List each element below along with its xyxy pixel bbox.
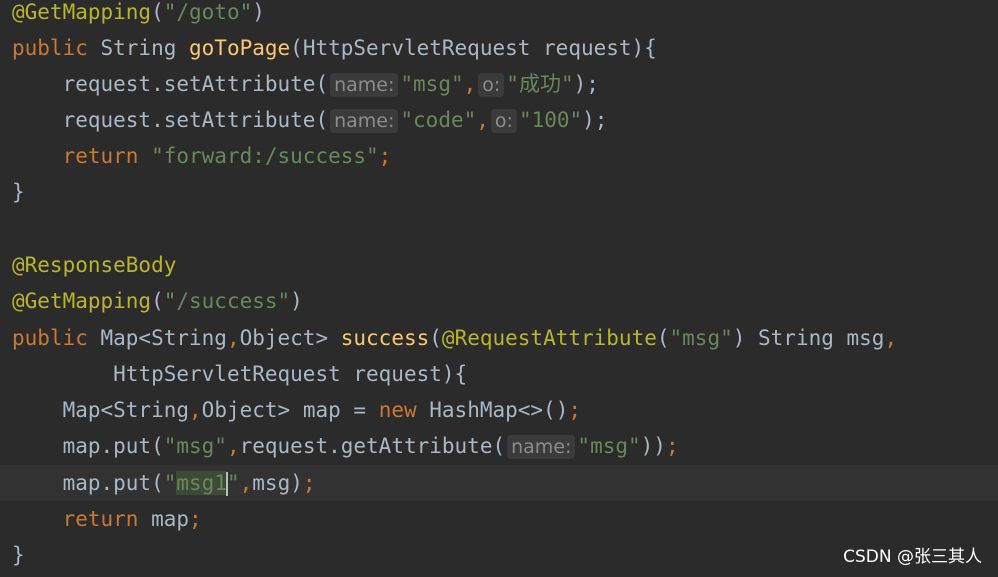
code-line-11[interactable]: HttpServletRequest request){ — [12, 356, 467, 392]
code-text: map.put( — [62, 434, 164, 458]
comma: , — [463, 72, 477, 96]
keyword: public — [12, 326, 88, 350]
annotation: @RequestAttribute — [441, 326, 657, 350]
param-hint: name: — [507, 435, 576, 459]
string-quote: " — [163, 471, 177, 495]
code-line-8[interactable]: @ResponseBody — [12, 247, 176, 283]
semicolon: ; — [302, 471, 316, 495]
code-text: map — [138, 507, 190, 531]
string-literal: "msg" — [577, 434, 641, 458]
code-line-15[interactable]: return map; — [12, 501, 202, 537]
param-hint: name: — [330, 73, 399, 97]
string-literal: "/success" — [163, 289, 291, 313]
watermark: CSDN @张三其人 — [843, 547, 982, 567]
code-text: String — [87, 36, 190, 60]
paren: ) — [252, 0, 265, 24]
string-literal: "msg" — [400, 72, 464, 96]
brace: } — [12, 543, 25, 567]
code-text: Object> — [239, 326, 341, 350]
string-literal: "msg" — [163, 434, 227, 458]
keyword: public — [12, 36, 88, 60]
code-text: Map<String — [87, 326, 227, 350]
paren: ) — [290, 289, 303, 313]
comma: , — [226, 434, 240, 458]
brace: } — [12, 180, 25, 204]
paren: ( — [656, 326, 670, 350]
code-editor[interactable]: @GetMapping("/goto") public String goToP… — [0, 0, 998, 577]
paren: ( — [151, 0, 164, 24]
string-quote: " — [226, 471, 240, 495]
code-line-13[interactable]: map.put("msg",request.getAttribute(name:… — [12, 428, 679, 464]
code-line-4[interactable]: request.setAttribute(name: "code", o: "100"… — [12, 102, 607, 138]
semicolon: ; — [189, 507, 202, 531]
annotation: @GetMapping — [12, 289, 152, 313]
string-literal: "/goto" — [163, 0, 253, 24]
semicolon: ; — [378, 144, 392, 168]
annotation: @GetMapping — [12, 0, 152, 24]
comma: , — [239, 471, 253, 495]
code-line-2[interactable]: public String goToPage(HttpServletReques… — [12, 30, 657, 66]
comma: , — [226, 326, 240, 350]
param-hint: o: — [490, 109, 517, 133]
code-line-14-current[interactable]: map.put("msg1",msg); — [0, 465, 998, 501]
comma: , — [189, 398, 202, 422]
code-text: Object> map = — [201, 398, 379, 422]
param-hint: name: — [330, 109, 399, 133]
semicolon: ; — [568, 398, 581, 422]
string-literal: "forward:/success" — [151, 144, 379, 168]
paren: ( — [429, 326, 442, 350]
code-line-9[interactable]: @GetMapping("/success") — [12, 283, 303, 319]
code-text: request.setAttribute( — [62, 72, 329, 96]
code-line-1[interactable]: @GetMapping("/goto") — [12, 0, 265, 30]
string-literal: "msg" — [669, 326, 733, 350]
code-text: ) String msg — [732, 326, 885, 350]
code-text: ); — [582, 108, 608, 132]
semicolon: ; — [665, 434, 679, 458]
code-text: (HttpServletRequest request){ — [290, 36, 657, 60]
comma: , — [884, 326, 898, 350]
code-text: ); — [573, 72, 599, 96]
code-text: HttpServletRequest request){ — [113, 362, 468, 386]
comma: , — [476, 108, 489, 132]
keyword: new — [378, 398, 417, 422]
code-text: Map<String — [62, 398, 190, 422]
selected-text[interactable]: msg1 — [176, 471, 227, 495]
keyword: return — [62, 144, 139, 168]
code-line-5[interactable]: return "forward:/success"; — [12, 138, 392, 174]
code-line-10[interactable]: public Map<String,Object> success(@Reque… — [12, 320, 897, 356]
param-hint: o: — [478, 73, 505, 97]
string-literal: "100" — [518, 108, 583, 132]
code-text: request.setAttribute( — [62, 108, 329, 132]
annotation: @ResponseBody — [12, 253, 177, 277]
string-literal: "成功" — [506, 72, 574, 96]
string-literal: "code" — [400, 108, 477, 132]
code-text: HashMap<>() — [416, 398, 569, 422]
keyword: return — [62, 507, 139, 531]
code-text: msg) — [252, 471, 303, 495]
code-text: )) — [640, 434, 666, 458]
paren: ( — [151, 289, 164, 313]
code-text: request.getAttribute( — [239, 434, 506, 458]
method-name: success — [340, 326, 430, 350]
code-line-12[interactable]: Map<String,Object> map = new HashMap<>()… — [12, 392, 581, 428]
code-text: map.put( — [62, 471, 164, 495]
code-line-3[interactable]: request.setAttribute(name: "msg", o: "成功"); — [12, 66, 599, 102]
method-name: goToPage — [189, 36, 291, 60]
code-line-16[interactable]: } — [12, 537, 25, 573]
code-line-6[interactable]: } — [12, 174, 25, 210]
